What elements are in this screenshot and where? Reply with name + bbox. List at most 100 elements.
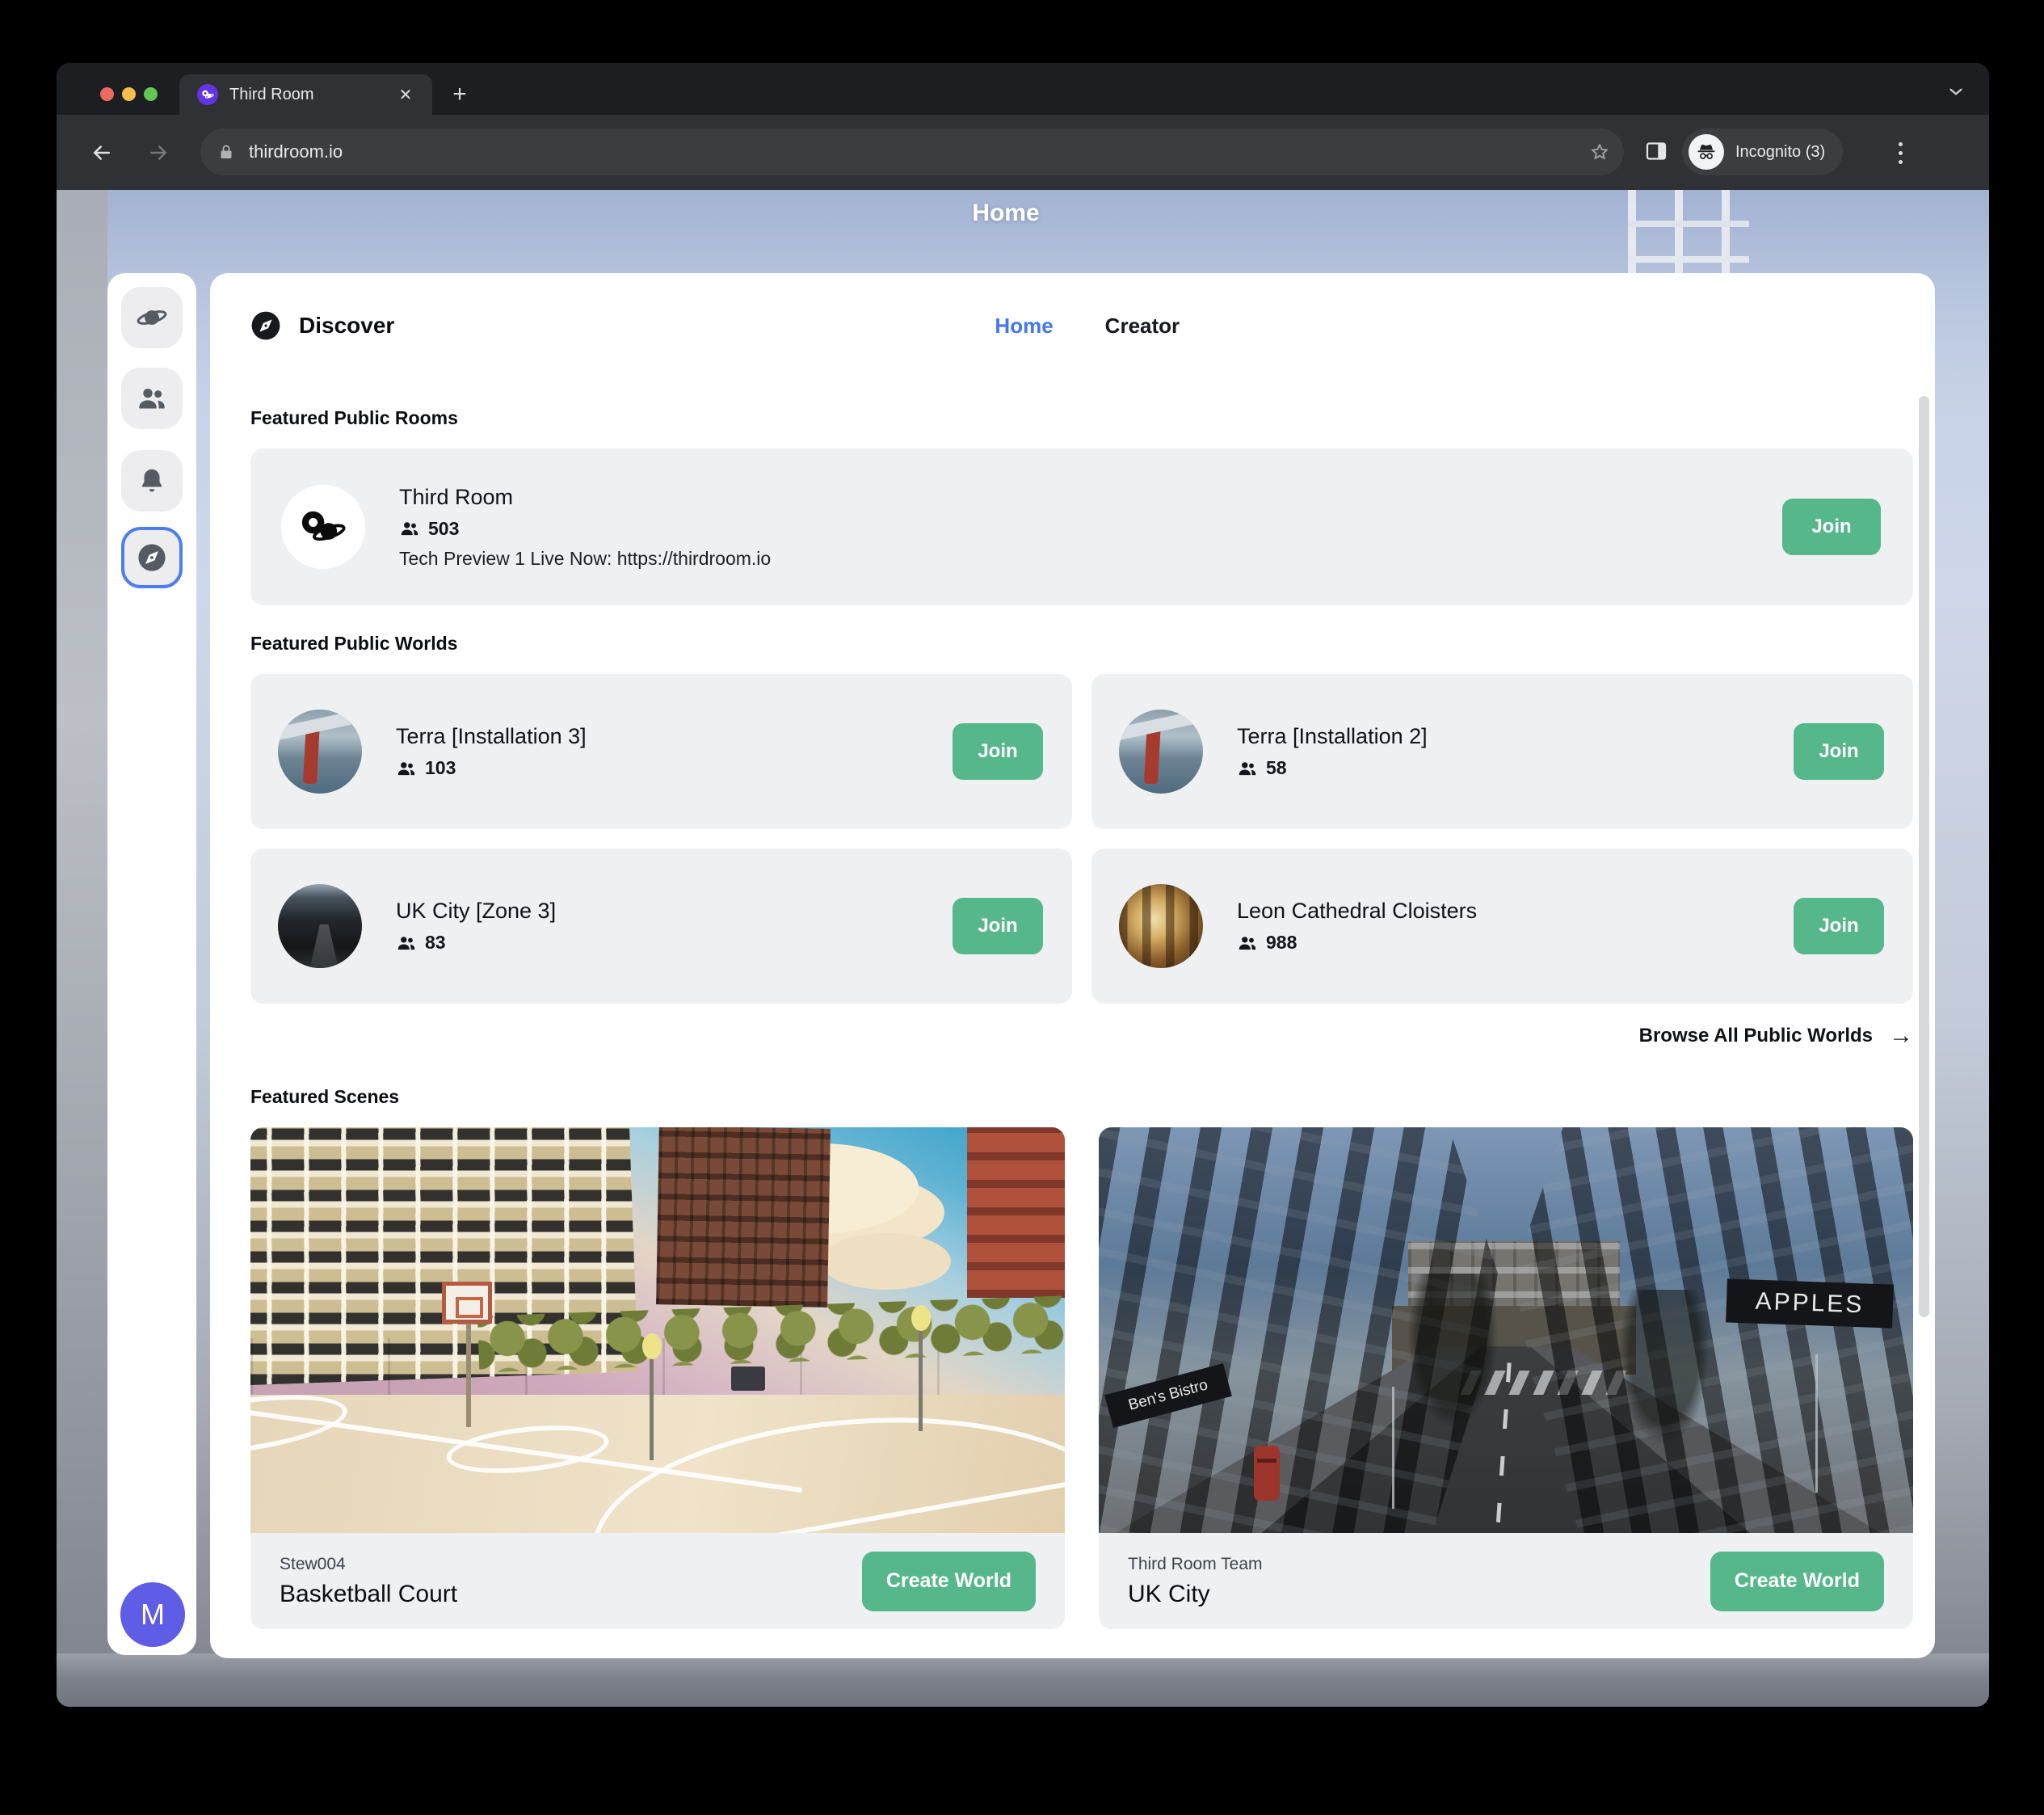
create-world-button[interactable]: Create World (1710, 1552, 1884, 1611)
left-sidebar: M (107, 273, 196, 1655)
arrow-right-icon: → (1889, 1024, 1913, 1048)
discover-tabs: Home Creator (995, 314, 1180, 339)
bell-icon (137, 465, 167, 496)
join-room-button[interactable]: Join (1782, 499, 1881, 555)
section-heading-rooms: Featured Public Rooms (250, 407, 1913, 429)
apples-sign: APPLES (1726, 1278, 1894, 1328)
browser-window: Third Room ✕ + thirdroom.io (57, 63, 1989, 1707)
world-card-leon-cathedral: Leon Cathedral Cloisters 988 Join (1091, 849, 1913, 1004)
screenshot-root: Third Room ✕ + thirdroom.io (0, 0, 2044, 1815)
sidebar-item-discover[interactable] (121, 527, 183, 588)
new-tab-button[interactable]: + (443, 78, 477, 112)
browser-tab[interactable]: Third Room ✕ (179, 74, 432, 115)
sidebar-item-home-planet[interactable] (121, 287, 183, 348)
page-title: Home (897, 200, 1115, 227)
world-backdrop-floor (57, 1653, 1989, 1707)
room-description: Tech Preview 1 Live Now: https://thirdro… (399, 548, 1782, 570)
discover-title: Discover (299, 313, 394, 339)
scene-card-uk-city: APPLES Ben's Bistro Third Room Team UK C… (1099, 1127, 1913, 1629)
members-icon (1237, 758, 1258, 779)
bookmark-star-icon[interactable] (1588, 141, 1611, 163)
scenes-grid: Stew004 Basketball Court Create World (250, 1127, 1913, 1629)
join-world-button[interactable]: Join (953, 898, 1043, 954)
close-window-button[interactable] (100, 87, 114, 101)
scene-preview-uk-city: APPLES Ben's Bistro (1099, 1127, 1913, 1533)
room-avatar (281, 485, 365, 569)
join-world-button[interactable]: Join (1794, 723, 1884, 780)
tab-search-chevron-icon[interactable] (1945, 81, 1966, 102)
scene-preview-basketball (250, 1127, 1065, 1533)
minimize-window-button[interactable] (122, 87, 136, 101)
incognito-icon (1689, 134, 1724, 170)
incognito-label: Incognito (3) (1735, 143, 1825, 162)
members-icon (399, 518, 420, 539)
back-icon[interactable] (84, 135, 120, 171)
members-icon (1237, 933, 1258, 954)
red-postbox (1254, 1446, 1280, 1501)
tab-home[interactable]: Home (995, 314, 1053, 339)
thirdroom-favicon-icon (197, 84, 218, 105)
scene-author: Third Room Team (1128, 1555, 1710, 1574)
browser-tabstrip: Third Room ✕ + (57, 63, 1989, 115)
forward-icon[interactable] (141, 135, 176, 171)
tab-close-icon[interactable]: ✕ (393, 82, 418, 107)
discover-header: Discover Home Creator (210, 273, 1935, 378)
discover-panel: Discover Home Creator Featured Public Ro… (210, 273, 1935, 1658)
sidebar-item-friends[interactable] (121, 368, 183, 429)
room-card-third-room: Third Room 503 Tech Preview 1 Live Now: … (250, 448, 1913, 605)
scene-footer: Third Room Team UK City Create World (1099, 1533, 1913, 1629)
basketball-hoop (442, 1282, 492, 1324)
people-icon (136, 382, 168, 415)
window-controls (100, 87, 158, 101)
compass-icon (135, 541, 169, 575)
scene-footer: Stew004 Basketball Court Create World (250, 1533, 1065, 1629)
world-card-terra-2: Terra [Installation 2] 58 Join (1091, 674, 1913, 829)
world-avatar (1119, 710, 1203, 794)
discover-compass-icon (250, 310, 281, 341)
section-heading-worlds: Featured Public Worlds (250, 633, 1913, 655)
scene-name: UK City (1128, 1581, 1710, 1608)
browser-toolbar: thirdroom.io Incognito (3) (57, 115, 1989, 190)
world-avatar (278, 710, 362, 794)
world-backdrop-scaffold (1628, 190, 1749, 277)
join-world-button[interactable]: Join (1794, 898, 1884, 954)
browser-menu-icon[interactable] (1884, 134, 1916, 171)
members-icon (396, 758, 417, 779)
section-heading-scenes: Featured Scenes (250, 1086, 1913, 1108)
room-member-count: 503 (428, 518, 459, 540)
world-member-count: 988 (1266, 932, 1297, 954)
world-member-count: 58 (1266, 757, 1287, 779)
zoom-window-button[interactable] (144, 87, 158, 101)
planet-icon (135, 301, 169, 335)
scene-card-basketball-court: Stew004 Basketball Court Create World (250, 1127, 1065, 1629)
scene-name: Basketball Court (280, 1581, 862, 1608)
join-world-button[interactable]: Join (953, 723, 1043, 780)
thirdroom-app: Home (57, 190, 1989, 1707)
world-avatar (278, 884, 362, 968)
worlds-grid: Terra [Installation 3] 103 Join (250, 674, 1913, 1004)
world-member-count: 103 (425, 757, 456, 779)
url-bar[interactable]: thirdroom.io (200, 128, 1624, 175)
create-world-button[interactable]: Create World (862, 1552, 1036, 1611)
world-name: Terra [Installation 3] (396, 724, 953, 749)
side-panel-icon[interactable] (1644, 139, 1668, 163)
panel-scrollbar[interactable] (1919, 396, 1929, 1317)
world-name: Terra [Installation 2] (1237, 724, 1794, 749)
url-text: thirdroom.io (249, 141, 1588, 162)
discover-content: Featured Public Rooms Third Room 503 (210, 407, 1935, 1629)
scene-author: Stew004 (280, 1555, 862, 1574)
lock-icon (217, 142, 236, 162)
room-name: Third Room (399, 485, 1782, 510)
sidebar-item-notifications[interactable] (121, 450, 183, 512)
browse-all-label: Browse All Public Worlds (1639, 1025, 1873, 1047)
user-avatar[interactable]: M (120, 1582, 185, 1647)
tab-title: Third Room (229, 86, 393, 104)
world-card-uk-city-zone3: UK City [Zone 3] 83 Join (250, 849, 1072, 1004)
incognito-badge[interactable]: Incognito (3) (1682, 128, 1843, 175)
browse-all-worlds-link[interactable]: Browse All Public Worlds → (250, 1023, 1913, 1049)
world-member-count: 83 (425, 932, 446, 954)
world-name: Leon Cathedral Cloisters (1237, 899, 1794, 924)
world-name: UK City [Zone 3] (396, 899, 953, 924)
members-icon (396, 933, 417, 954)
tab-creator[interactable]: Creator (1105, 314, 1180, 339)
